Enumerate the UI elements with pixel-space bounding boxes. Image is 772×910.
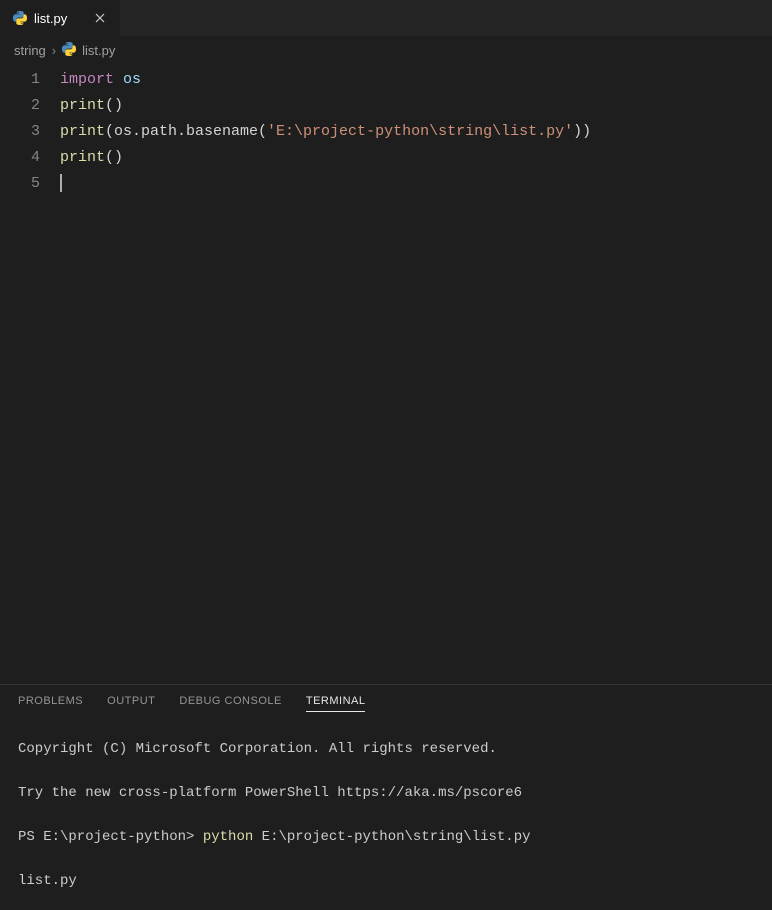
terminal-segment: Copyright (C) Microsoft Corporation. All…: [18, 741, 497, 757]
line-number-gutter: 12345: [0, 67, 60, 684]
code-line[interactable]: import os: [60, 67, 772, 93]
terminal-segment: list.py: [18, 873, 77, 889]
code-line[interactable]: [60, 171, 772, 197]
terminal-line: PS E:\project-python> python E:\project-…: [18, 820, 754, 854]
line-number: 3: [0, 119, 40, 145]
code-token: print: [60, 97, 105, 114]
tab-problems[interactable]: PROBLEMS: [18, 695, 83, 712]
line-number: 5: [0, 171, 40, 197]
code-token: (os.path.basename(: [105, 123, 267, 140]
code-token: [114, 71, 123, 88]
terminal-output[interactable]: Copyright (C) Microsoft Corporation. All…: [0, 720, 772, 910]
line-number: 1: [0, 67, 40, 93]
breadcrumb[interactable]: string › list.py: [0, 36, 772, 65]
panel-tabs: PROBLEMS OUTPUT DEBUG CONSOLE TERMINAL: [0, 685, 772, 720]
text-cursor: [60, 174, 62, 192]
terminal-segment: E:\project-python\string\list.py: [253, 829, 530, 845]
code-editor[interactable]: 12345 import osprint()print(os.path.base…: [0, 65, 772, 684]
code-token: import: [60, 71, 114, 88]
code-token: (): [105, 97, 123, 114]
terminal-line: Copyright (C) Microsoft Corporation. All…: [18, 732, 754, 766]
tab-output[interactable]: OUTPUT: [107, 695, 155, 712]
python-file-icon: [62, 42, 76, 59]
code-line[interactable]: print(os.path.basename('E:\project-pytho…: [60, 119, 772, 145]
terminal-line: [18, 854, 754, 864]
terminal-line: Try the new cross-platform PowerShell ht…: [18, 776, 754, 810]
editor-tab-active[interactable]: list.py: [0, 0, 120, 36]
tab-debug-console[interactable]: DEBUG CONSOLE: [179, 695, 281, 712]
line-number: 4: [0, 145, 40, 171]
terminal-segment: python: [203, 829, 253, 845]
terminal-segment: Try the new cross-platform PowerShell ht…: [18, 785, 522, 801]
code-content[interactable]: import osprint()print(os.path.basename('…: [60, 67, 772, 684]
code-line[interactable]: print(): [60, 93, 772, 119]
line-number: 2: [0, 93, 40, 119]
chevron-right-icon: ›: [52, 43, 56, 58]
bottom-panel: PROBLEMS OUTPUT DEBUG CONSOLE TERMINAL C…: [0, 684, 772, 910]
breadcrumb-folder[interactable]: string: [14, 43, 46, 58]
tab-filename: list.py: [34, 11, 67, 26]
code-token: print: [60, 123, 105, 140]
terminal-line: list.py: [18, 864, 754, 898]
terminal-line: [18, 810, 754, 820]
editor-tabs-bar: list.py: [0, 0, 772, 36]
terminal-line: [18, 766, 754, 776]
python-file-icon: [12, 10, 28, 26]
close-icon[interactable]: [92, 10, 108, 26]
code-token: (): [105, 149, 123, 166]
code-token: 'E:\project-python\string\list.py': [267, 123, 573, 140]
code-line[interactable]: print(): [60, 145, 772, 171]
breadcrumb-file[interactable]: list.py: [82, 43, 115, 58]
tab-terminal[interactable]: TERMINAL: [306, 695, 366, 712]
code-token: os: [123, 71, 141, 88]
code-token: )): [573, 123, 591, 140]
terminal-segment: PS E:\project-python>: [18, 829, 203, 845]
code-token: print: [60, 149, 105, 166]
